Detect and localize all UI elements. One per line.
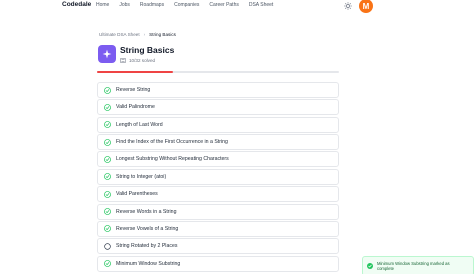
- problem-title[interactable]: Reverse String: [116, 87, 150, 93]
- problem-item[interactable]: String to Integer (atoi): [97, 168, 339, 185]
- avatar[interactable]: M: [359, 0, 373, 13]
- problem-item[interactable]: Length of Last Word: [97, 116, 339, 133]
- empty-circle-icon[interactable]: [104, 242, 111, 250]
- progress-fill: [97, 71, 173, 73]
- check-circle-icon[interactable]: [104, 190, 111, 198]
- toast-message: Minimum Window Substring marked as compl…: [377, 260, 450, 272]
- nav-link-jobs[interactable]: Jobs: [119, 2, 130, 8]
- check-circle-icon[interactable]: [104, 225, 111, 233]
- brand-logo[interactable]: Codedale: [62, 1, 91, 8]
- breadcrumb-current: String Basics: [149, 32, 176, 37]
- problem-title[interactable]: Reverse Words in a String: [116, 209, 176, 215]
- solved-count: 10/32 solved: [120, 58, 155, 63]
- check-circle-icon[interactable]: [104, 260, 111, 268]
- top-nav: Codedale Home Jobs Roadmaps Companies Ca…: [0, 0, 474, 13]
- problem-item[interactable]: Reverse Words in a String: [97, 203, 339, 220]
- problem-title[interactable]: Length of Last Word: [116, 122, 163, 128]
- progress-bar: [97, 71, 339, 73]
- problem-item[interactable]: Find the Index of the First Occurrence i…: [97, 134, 339, 151]
- problem-title[interactable]: Find the Index of the First Occurrence i…: [116, 139, 228, 145]
- check-circle-icon[interactable]: [104, 173, 111, 181]
- check-circle-icon[interactable]: [104, 156, 111, 163]
- problem-title[interactable]: Valid Palindrome: [116, 104, 155, 110]
- breadcrumb-separator: ›: [143, 32, 146, 37]
- problem-title[interactable]: String to Integer (atoi): [116, 174, 166, 180]
- toast-notification: Minimum Window Substring marked as compl…: [362, 256, 474, 274]
- breadcrumb: Ultimate DSA Sheet › String Basics: [99, 32, 176, 37]
- page-title: String Basics: [120, 45, 175, 55]
- problem-item[interactable]: Valid Palindrome: [97, 99, 339, 116]
- problem-item[interactable]: Longest Substring Without Repeating Char…: [97, 151, 339, 168]
- breadcrumb-parent[interactable]: Ultimate DSA Sheet: [99, 32, 140, 37]
- problem-title[interactable]: Longest Substring Without Repeating Char…: [116, 156, 229, 162]
- problem-item[interactable]: String Rotated by 2 Places: [97, 238, 339, 255]
- sparkle-icon: [98, 45, 116, 63]
- nav-link-career-paths[interactable]: Career Paths: [209, 2, 238, 8]
- problem-title[interactable]: String Rotated by 2 Places: [116, 243, 177, 249]
- nav-link-roadmaps[interactable]: Roadmaps: [140, 2, 164, 8]
- problem-title[interactable]: Minimum Window Substring: [116, 261, 180, 267]
- check-circle-icon[interactable]: [104, 208, 111, 215]
- check-circle-icon[interactable]: [104, 138, 111, 146]
- check-circle-icon[interactable]: [104, 86, 111, 94]
- sun-icon[interactable]: [344, 2, 352, 10]
- solved-text: 10/32 solved: [129, 58, 156, 63]
- nav-link-dsa-sheet[interactable]: DSA Sheet: [249, 2, 273, 8]
- nav-links: Home Jobs Roadmaps Companies Career Path…: [96, 2, 273, 8]
- nav-link-home[interactable]: Home: [96, 2, 109, 8]
- problem-item[interactable]: Valid Parentheses: [97, 186, 339, 203]
- problem-list: Reverse String Valid Palindrome Length of …: [97, 82, 339, 273]
- check-circle-icon[interactable]: [104, 103, 111, 111]
- problem-title[interactable]: Valid Parentheses: [116, 191, 158, 197]
- problem-item[interactable]: Reverse String: [97, 82, 339, 98]
- nav-link-companies[interactable]: Companies: [174, 2, 199, 8]
- problem-item[interactable]: Minimum Window Substring: [97, 255, 339, 272]
- problem-item[interactable]: Reverse Vowels of a String: [97, 220, 339, 237]
- check-circle-icon: [367, 263, 373, 269]
- problem-title[interactable]: Reverse Vowels of a String: [116, 226, 178, 232]
- list-icon: [120, 58, 126, 63]
- check-circle-icon[interactable]: [104, 121, 111, 129]
- page: Codedale Home Jobs Roadmaps Companies Ca…: [0, 0, 474, 274]
